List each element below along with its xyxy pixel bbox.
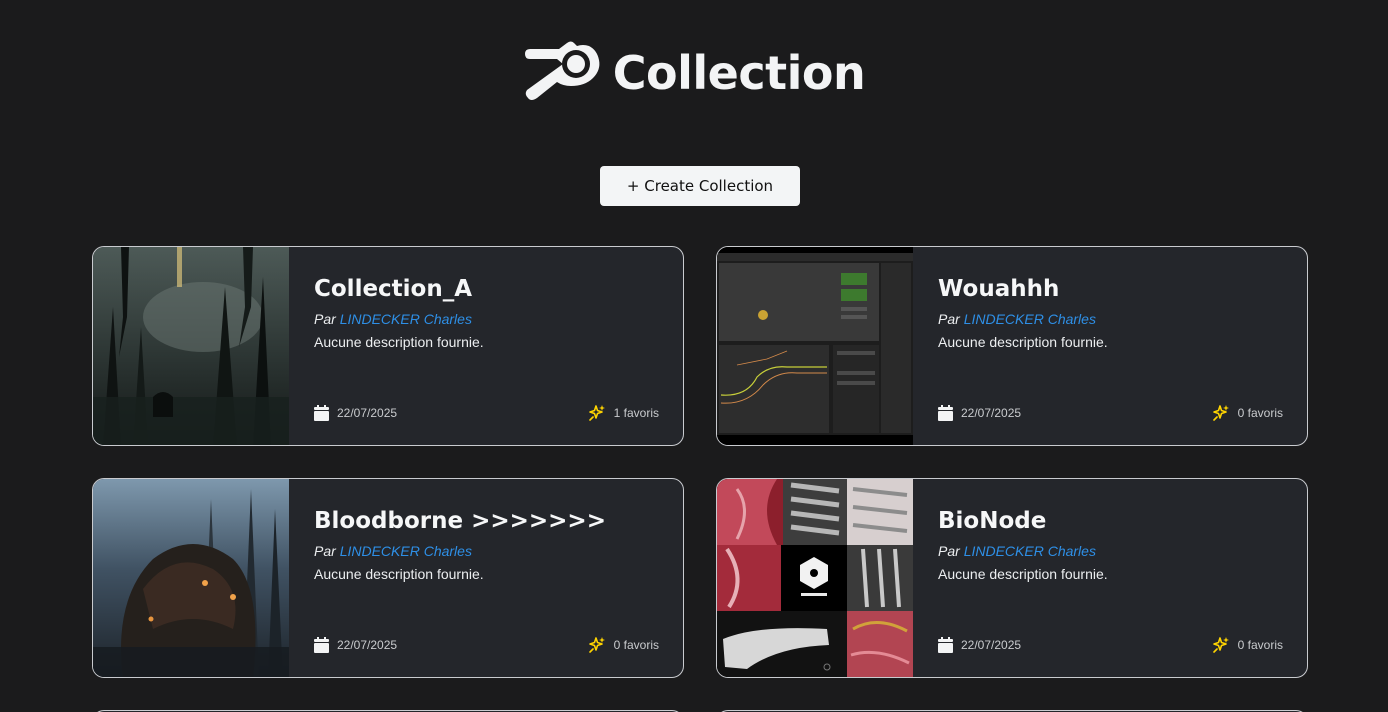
favorites-count: 0 favoris xyxy=(1237,637,1283,652)
favorite-sparkle-icon[interactable] xyxy=(1212,404,1230,421)
collection-card-body: Wouahhh Par LINDECKER Charles Aucune des… xyxy=(913,247,1307,445)
collection-footer: 22/07/2025 1 favoris xyxy=(314,404,659,421)
author-prefix: Par xyxy=(938,311,960,327)
calendar-icon xyxy=(938,636,953,653)
collection-card[interactable]: Collection_A Par LINDECKER Charles Aucun… xyxy=(92,246,684,446)
author-prefix: Par xyxy=(314,543,336,559)
collection-footer: 22/07/2025 0 favoris xyxy=(938,404,1283,421)
favorites-count: 0 favoris xyxy=(613,637,659,652)
create-collection-button[interactable]: + Create Collection xyxy=(600,166,800,206)
collection-description: Aucune description fournie. xyxy=(938,566,1108,582)
collection-author-line: Par LINDECKER Charles xyxy=(938,311,1283,327)
collections-page: Collection + Create Collection Collectio… xyxy=(0,0,1388,712)
collection-thumbnail xyxy=(93,479,289,677)
collection-author-line: Par LINDECKER Charles xyxy=(938,543,1283,559)
collection-thumbnail xyxy=(717,247,913,445)
author-link[interactable]: LINDECKER Charles xyxy=(964,543,1096,559)
collection-date: 22/07/2025 xyxy=(337,637,398,652)
favorite-sparkle-icon[interactable] xyxy=(1212,636,1230,653)
collection-footer: 22/07/2025 0 favoris xyxy=(938,636,1283,653)
author-link[interactable]: LINDECKER Charles xyxy=(340,543,472,559)
collection-date: 22/07/2025 xyxy=(337,405,398,420)
favorite-sparkle-icon[interactable] xyxy=(588,404,606,421)
author-link[interactable]: LINDECKER Charles xyxy=(964,311,1096,327)
calendar-icon xyxy=(314,404,329,421)
collection-card-body: Bloodborne >>>>>>> Par LINDECKER Charles… xyxy=(289,479,683,677)
collection-card[interactable]: BioNode Par LINDECKER Charles Aucune des… xyxy=(716,478,1308,678)
collection-title: Collection_A xyxy=(314,276,473,302)
page-header: Collection xyxy=(0,40,1388,106)
page-title: Collection xyxy=(612,46,866,100)
collection-title: BioNode xyxy=(938,508,1047,534)
author-prefix: Par xyxy=(938,543,960,559)
collection-card-body: BioNode Par LINDECKER Charles Aucune des… xyxy=(913,479,1307,677)
collection-date: 22/07/2025 xyxy=(961,405,1022,420)
collection-date: 22/07/2025 xyxy=(961,637,1022,652)
collection-title: Wouahhh xyxy=(938,276,1060,302)
collection-card[interactable]: Wouahhh Par LINDECKER Charles Aucune des… xyxy=(716,246,1308,446)
collection-description: Aucune description fournie. xyxy=(314,566,484,582)
favorites-count: 1 favoris xyxy=(613,405,659,420)
collection-thumbnail xyxy=(93,247,289,445)
calendar-icon xyxy=(314,636,329,653)
favorites-count: 0 favoris xyxy=(1237,405,1283,420)
collection-description: Aucune description fournie. xyxy=(938,334,1108,350)
collection-author-line: Par LINDECKER Charles xyxy=(314,311,659,327)
collection-card-body: Collection_A Par LINDECKER Charles Aucun… xyxy=(289,247,683,445)
author-prefix: Par xyxy=(314,311,336,327)
collection-thumbnail xyxy=(717,479,913,677)
blender-logo-icon xyxy=(524,41,600,100)
collection-footer: 22/07/2025 0 favoris xyxy=(314,636,659,653)
calendar-icon xyxy=(938,404,953,421)
favorite-sparkle-icon[interactable] xyxy=(588,636,606,653)
collection-description: Aucune description fournie. xyxy=(314,334,484,350)
collection-author-line: Par LINDECKER Charles xyxy=(314,543,659,559)
collection-card[interactable]: Bloodborne >>>>>>> Par LINDECKER Charles… xyxy=(92,478,684,678)
collection-title: Bloodborne >>>>>>> xyxy=(314,508,606,534)
author-link[interactable]: LINDECKER Charles xyxy=(340,311,472,327)
